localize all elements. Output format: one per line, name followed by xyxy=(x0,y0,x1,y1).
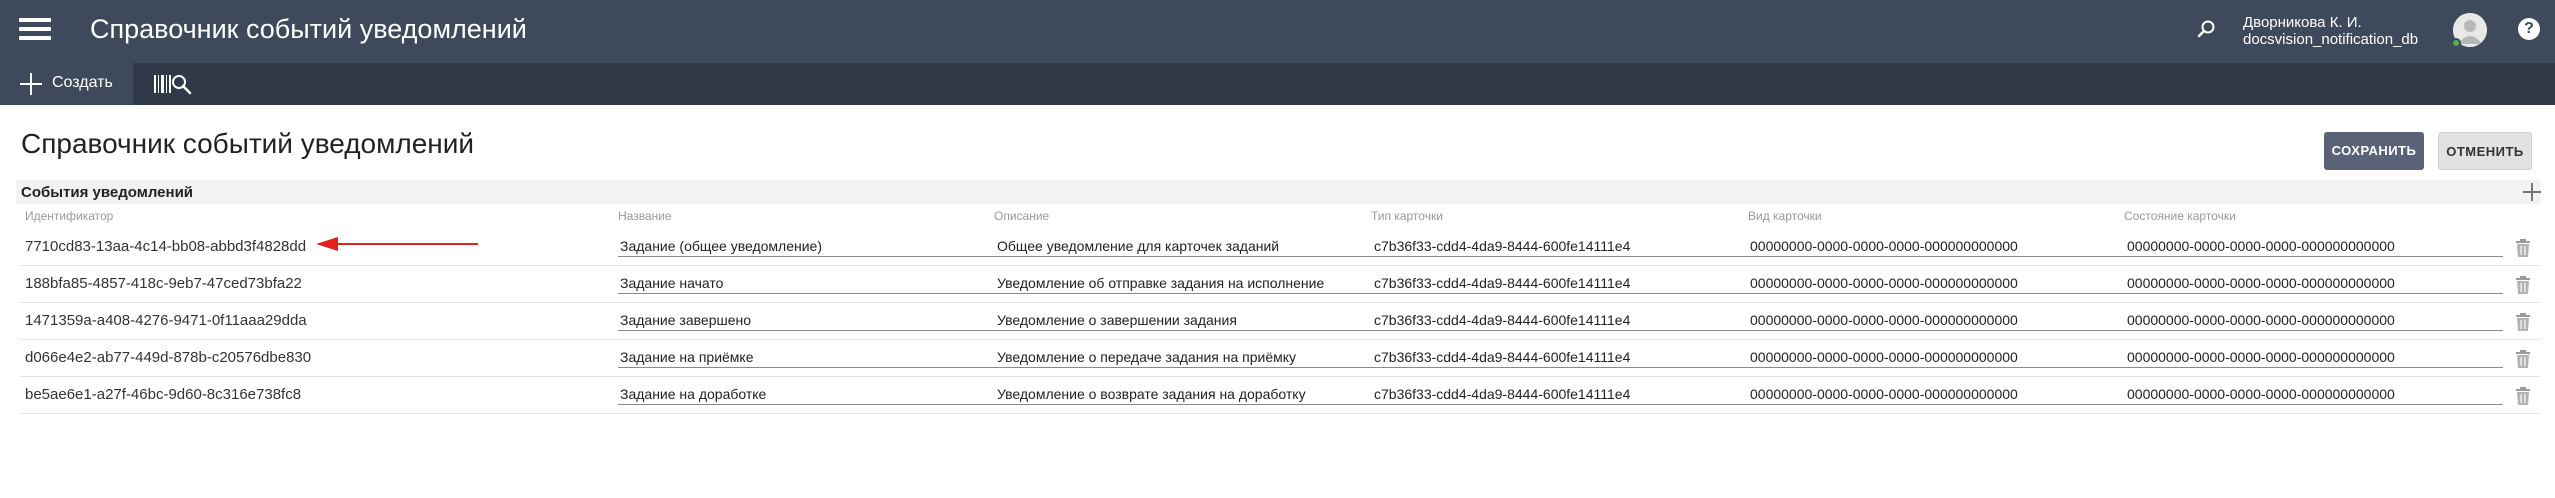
table-row[interactable]: d066e4e2-ab77-449d-878b-c20576dbe830 Зад… xyxy=(20,340,2540,377)
app-title: Справочник событий уведомлений xyxy=(90,14,527,44)
name-field[interactable]: Задание начато xyxy=(618,272,996,294)
section-title: События уведомлений xyxy=(21,184,194,201)
card-kind-field[interactable]: 00000000-0000-0000-0000-000000000000 xyxy=(1748,346,2126,368)
description-field[interactable]: Уведомление о возврате задания на дорабо… xyxy=(995,383,1373,405)
cell-id: d066e4e2-ab77-449d-878b-c20576dbe830 xyxy=(25,349,312,366)
card-state-field[interactable]: 00000000-0000-0000-0000-000000000000 xyxy=(2125,309,2503,331)
name-field[interactable]: Задание завершено xyxy=(618,309,996,331)
card-state-field[interactable]: 00000000-0000-0000-0000-000000000000 xyxy=(2125,383,2503,405)
delete-icon[interactable] xyxy=(2514,349,2532,369)
name-field[interactable]: Задание (общее уведомление) xyxy=(618,235,996,257)
delete-icon[interactable] xyxy=(2514,238,2532,258)
add-row-button[interactable] xyxy=(2521,181,2543,203)
card-state-field[interactable]: 00000000-0000-0000-0000-000000000000 xyxy=(2125,272,2503,294)
database-name: docsvision_notification_db xyxy=(2243,31,2419,48)
online-status-indicator xyxy=(2451,38,2461,48)
description-field[interactable]: Уведомление о передаче задания на приёмк… xyxy=(995,346,1373,368)
card-type-field[interactable]: c7b36f33-cdd4-4da9-8444-600fe14111e4 xyxy=(1372,309,1750,331)
help-icon[interactable]: ? xyxy=(2518,18,2540,40)
column-header-card-state: Состояние карточки xyxy=(2124,209,2236,223)
description-field[interactable]: Уведомление о завершении задания xyxy=(995,309,1373,331)
column-header-id: Идентификатор xyxy=(25,209,114,223)
card-kind-field[interactable]: 00000000-0000-0000-0000-000000000000 xyxy=(1748,383,2126,405)
user-info[interactable]: Дворникова К. И. docsvision_notification… xyxy=(2243,14,2418,48)
save-button[interactable]: СОХРАНИТЬ xyxy=(2324,132,2424,170)
cancel-button[interactable]: ОТМЕНИТЬ xyxy=(2438,132,2532,170)
cell-id: 1471359a-a408-4276-9471-0f11aaa29dda xyxy=(25,312,307,329)
name-field[interactable]: Задание на доработке xyxy=(618,383,996,405)
cell-id: 188bfa85-4857-418c-9eb7-47ced73bfa22 xyxy=(25,275,302,292)
card-kind-field[interactable]: 00000000-0000-0000-0000-000000000000 xyxy=(1748,272,2126,294)
search-icon[interactable] xyxy=(2196,18,2218,40)
table-row[interactable]: 1471359a-a408-4276-9471-0f11aaa29dda Зад… xyxy=(20,303,2540,340)
menu-icon[interactable] xyxy=(19,18,51,40)
card-type-field[interactable]: c7b36f33-cdd4-4da9-8444-600fe14111e4 xyxy=(1372,346,1750,368)
table-row[interactable]: 188bfa85-4857-418c-9eb7-47ced73bfa22 Зад… xyxy=(20,266,2540,303)
annotation-arrow-icon xyxy=(316,237,478,251)
card-state-field[interactable]: 00000000-0000-0000-0000-000000000000 xyxy=(2125,346,2503,368)
card-type-field[interactable]: c7b36f33-cdd4-4da9-8444-600fe14111e4 xyxy=(1372,383,1750,405)
card-kind-field[interactable]: 00000000-0000-0000-0000-000000000000 xyxy=(1748,235,2126,257)
create-button[interactable]: Создать xyxy=(0,63,133,105)
column-header-card-kind: Вид карточки xyxy=(1748,209,1822,223)
description-field[interactable]: Общее уведомление для карточек заданий xyxy=(995,235,1373,257)
column-header-description: Описание xyxy=(994,209,1050,223)
user-name: Дворникова К. И. xyxy=(2243,14,2362,31)
table-row[interactable]: be5ae6e1-a27f-46bc-9d60-8c316e738fc8 Зад… xyxy=(20,377,2540,414)
barcode-search-icon[interactable] xyxy=(152,72,196,96)
cell-id: be5ae6e1-a27f-46bc-9d60-8c316e738fc8 xyxy=(25,386,302,403)
section-header: События уведомлений xyxy=(16,180,2543,204)
toolbar: Создать xyxy=(0,63,2555,105)
card-state-field[interactable]: 00000000-0000-0000-0000-000000000000 xyxy=(2125,235,2503,257)
cell-id: 7710cd83-13aa-4c14-bb08-abbd3f4828dd xyxy=(25,238,307,255)
card-type-field[interactable]: c7b36f33-cdd4-4da9-8444-600fe14111e4 xyxy=(1372,235,1750,257)
create-label: Создать xyxy=(52,74,113,91)
delete-icon[interactable] xyxy=(2514,386,2532,406)
card-kind-field[interactable]: 00000000-0000-0000-0000-000000000000 xyxy=(1748,309,2126,331)
delete-icon[interactable] xyxy=(2514,312,2532,332)
description-field[interactable]: Уведомление об отправке задания на испол… xyxy=(995,272,1373,294)
column-header-name: Название xyxy=(618,209,672,223)
page-title: Справочник событий уведомлений xyxy=(21,128,475,159)
plus-icon xyxy=(20,73,42,95)
delete-icon[interactable] xyxy=(2514,275,2532,295)
column-header-card-type: Тип карточки xyxy=(1371,209,1443,223)
card-type-field[interactable]: c7b36f33-cdd4-4da9-8444-600fe14111e4 xyxy=(1372,272,1750,294)
app-bar: Справочник событий уведомлений Дворников… xyxy=(0,0,2555,63)
name-field[interactable]: Задание на приёмке xyxy=(618,346,996,368)
